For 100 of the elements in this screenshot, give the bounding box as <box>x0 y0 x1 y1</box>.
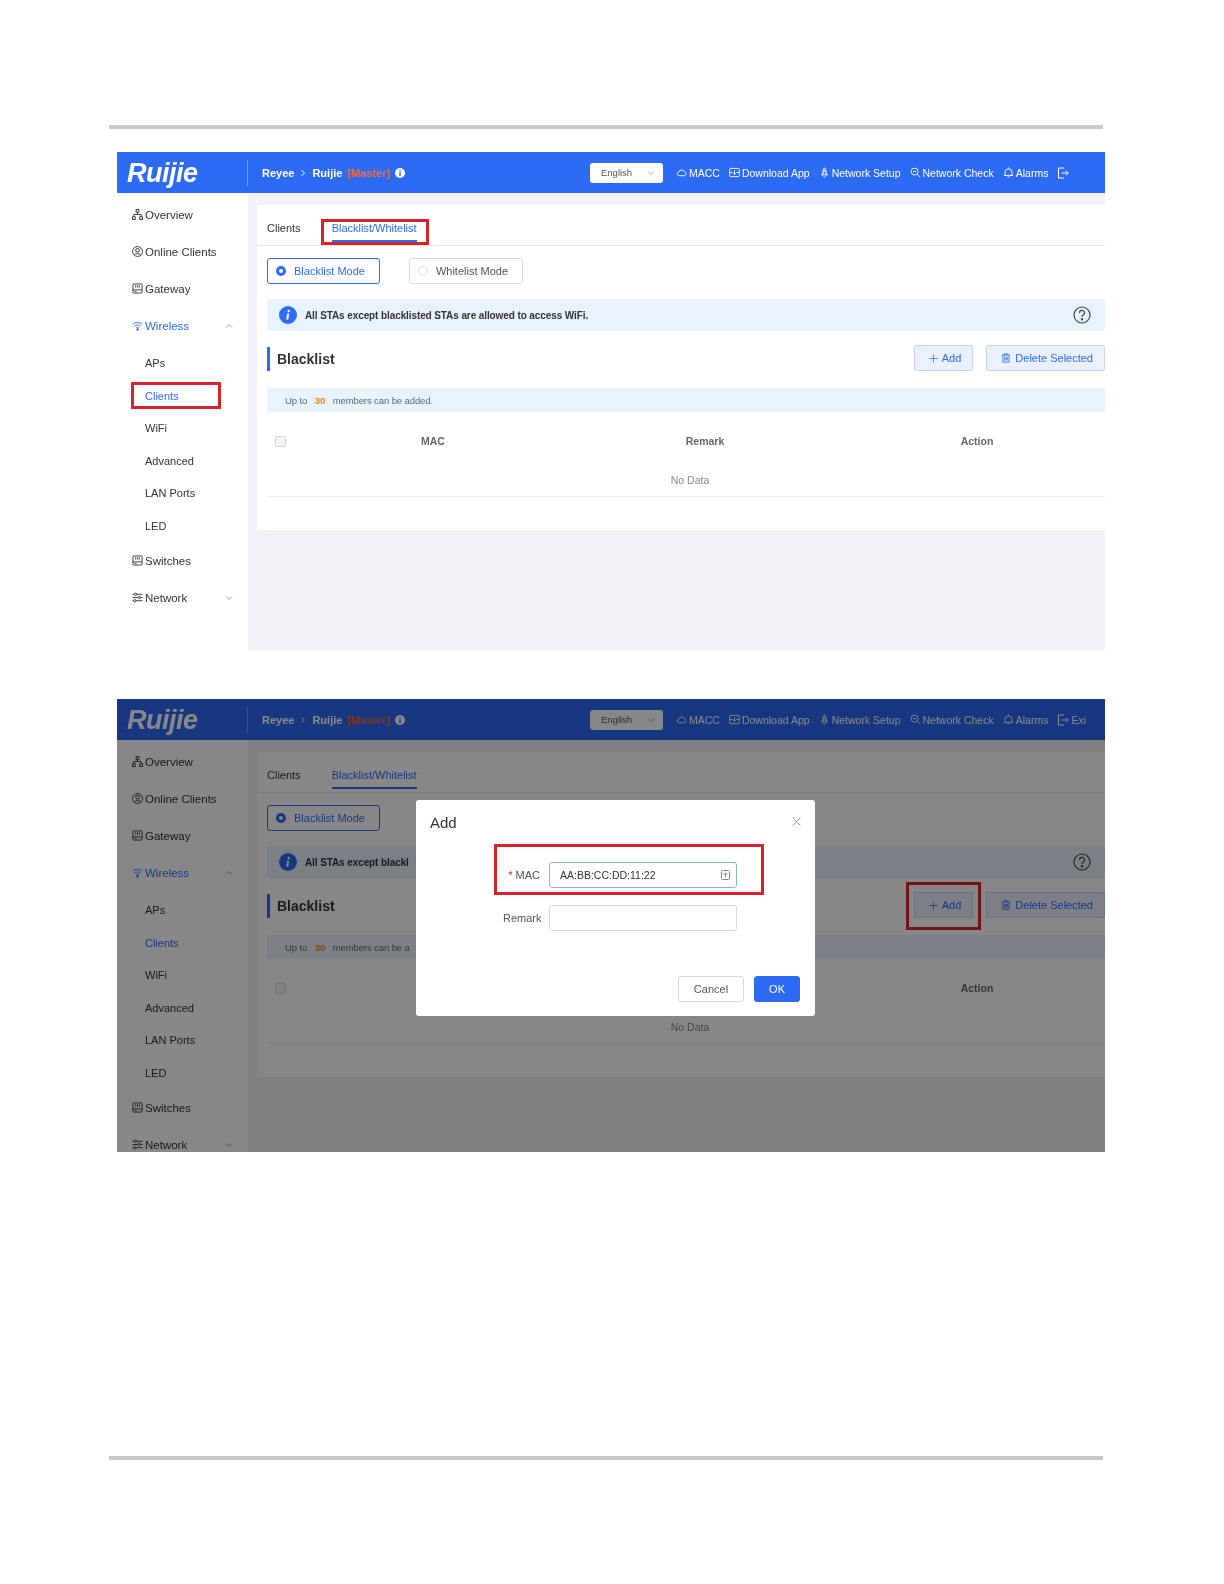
column-header: Remark <box>685 435 725 447</box>
sidebar-item[interactable]: Gateway <box>117 270 248 307</box>
sliders-icon <box>132 592 143 603</box>
download-icon <box>728 714 740 725</box>
sidebar-item[interactable]: WiFi <box>134 969 167 982</box>
info-text: All STAs except blackl <box>305 856 409 868</box>
nav-link[interactable]: Network Setup <box>818 166 901 179</box>
radio-button[interactable]: Whitelist Mode <box>408 258 524 284</box>
delete-button[interactable]: Delete Selected <box>986 892 1105 918</box>
sidebar-item[interactable]: Gateway <box>117 817 248 854</box>
input-field[interactable] <box>549 905 737 931</box>
chevron-right-icon <box>299 715 308 724</box>
wifi-icon <box>132 867 143 878</box>
sidebar-item[interactable]: LAN Ports <box>134 487 196 500</box>
sidebar-item[interactable]: WiFi <box>134 422 167 435</box>
download-icon <box>728 167 740 178</box>
field-label: Remark <box>503 912 540 924</box>
wifi-icon <box>132 320 143 331</box>
nav-link[interactable]: MACC <box>676 713 720 726</box>
accent-bar <box>267 347 270 371</box>
sidebar-item[interactable]: Switches <box>117 542 248 579</box>
trash-icon <box>1001 900 1012 910</box>
language-select[interactable]: English <box>590 709 663 730</box>
sidebar-item[interactable]: APs <box>134 357 166 370</box>
info-icon <box>395 167 406 178</box>
cloud-icon <box>676 714 687 725</box>
role-label: [Master] <box>347 713 391 726</box>
bell-icon <box>1002 167 1014 178</box>
rocket-icon <box>818 714 830 725</box>
sidebar-item[interactable]: Online Clients <box>117 233 248 270</box>
nav-link[interactable]: Network Check <box>909 713 994 726</box>
input-field[interactable]: AA:BB:CC:DD:11:22 <box>549 862 737 888</box>
plus-icon <box>928 900 938 910</box>
cloud-icon <box>676 167 687 178</box>
nav-link[interactable]: MACC <box>676 166 720 179</box>
info-icon <box>279 306 297 324</box>
sidebar-item[interactable]: Overview <box>117 743 248 780</box>
hierarchy-icon <box>132 756 143 767</box>
search-icon <box>909 167 921 178</box>
logo: Ruijie <box>117 159 248 186</box>
radio-button[interactable]: Blacklist Mode <box>267 258 380 284</box>
sidebar-item[interactable]: Switches <box>117 1089 248 1126</box>
field-label: MAC <box>515 869 540 881</box>
close-icon[interactable] <box>792 817 801 826</box>
notice-text: Up to 30 members can be added. <box>285 394 433 406</box>
notice-text: Up to 30 members can be a <box>285 941 410 953</box>
device-icon <box>132 555 143 566</box>
tab[interactable]: Clients <box>267 769 301 789</box>
info-icon <box>279 853 297 871</box>
chevron-right-icon <box>299 168 308 177</box>
nav-link[interactable]: Network Check <box>909 166 994 179</box>
sidebar-item[interactable]: Clients <box>134 936 179 949</box>
radio-button[interactable]: Blacklist Mode <box>267 805 380 831</box>
column-header: Action <box>960 435 994 447</box>
sidebar-item[interactable]: Online Clients <box>117 780 248 817</box>
delete-button[interactable]: Delete Selected <box>986 345 1105 371</box>
exit-icon[interactable] <box>1057 166 1070 179</box>
bell-icon <box>1002 714 1014 725</box>
tab[interactable]: Blacklist/Whitelist <box>331 222 417 242</box>
tab[interactable]: Blacklist/Whitelist <box>331 769 417 789</box>
sidebar-item[interactable]: Network <box>117 1126 248 1152</box>
exit-icon <box>1057 713 1070 726</box>
sidebar-item[interactable]: Advanced <box>134 1001 194 1014</box>
search-icon <box>909 714 921 725</box>
add-button[interactable]: Add <box>913 345 974 371</box>
hierarchy-icon <box>132 209 143 220</box>
add-button[interactable]: Add <box>913 892 974 918</box>
nav-link[interactable]: Exi <box>1057 713 1086 726</box>
sidebar-item[interactable]: Network <box>117 579 248 616</box>
sidebar-item[interactable]: APs <box>134 904 166 917</box>
nav-link[interactable]: Download App <box>728 166 810 179</box>
language-select[interactable]: English <box>590 162 663 183</box>
accent-bar <box>267 894 270 918</box>
help-icon[interactable] <box>1073 306 1091 324</box>
sidebar-item[interactable]: Wireless <box>117 307 248 344</box>
ok-button[interactable]: OK <box>754 976 800 1002</box>
nav-link[interactable]: Alarms <box>1002 713 1049 726</box>
sidebar-item[interactable]: Advanced <box>134 454 194 467</box>
help-icon[interactable] <box>1073 853 1091 871</box>
sidebar-item[interactable]: Wireless <box>117 854 248 891</box>
breadcrumb-item[interactable]: Reyee <box>262 713 295 726</box>
nav-link[interactable]: Alarms <box>1002 166 1049 179</box>
trash-icon <box>1001 353 1012 363</box>
tab[interactable]: Clients <box>267 222 301 242</box>
empty-text: No Data <box>670 473 710 486</box>
sidebar-item[interactable]: Overview <box>117 196 248 233</box>
cancel-button[interactable]: Cancel <box>677 976 745 1002</box>
info-text: All STAs except blacklisted STAs are allowed to access WiFi. <box>305 309 589 321</box>
sidebar-item[interactable]: LED <box>134 519 167 532</box>
checkbox[interactable] <box>275 435 286 447</box>
sidebar-item[interactable]: LAN Ports <box>134 1034 196 1047</box>
nav-link[interactable]: Download App <box>728 713 810 726</box>
device-icon <box>132 830 143 841</box>
sidebar-item[interactable]: LED <box>134 1066 167 1079</box>
nav-link[interactable]: Network Setup <box>818 713 901 726</box>
plus-icon <box>928 353 938 363</box>
column-header: MAC <box>421 435 445 447</box>
sidebar-item[interactable]: Clients <box>134 389 179 402</box>
role-label: [Master] <box>347 166 391 179</box>
breadcrumb-item[interactable]: Reyee <box>262 166 295 179</box>
